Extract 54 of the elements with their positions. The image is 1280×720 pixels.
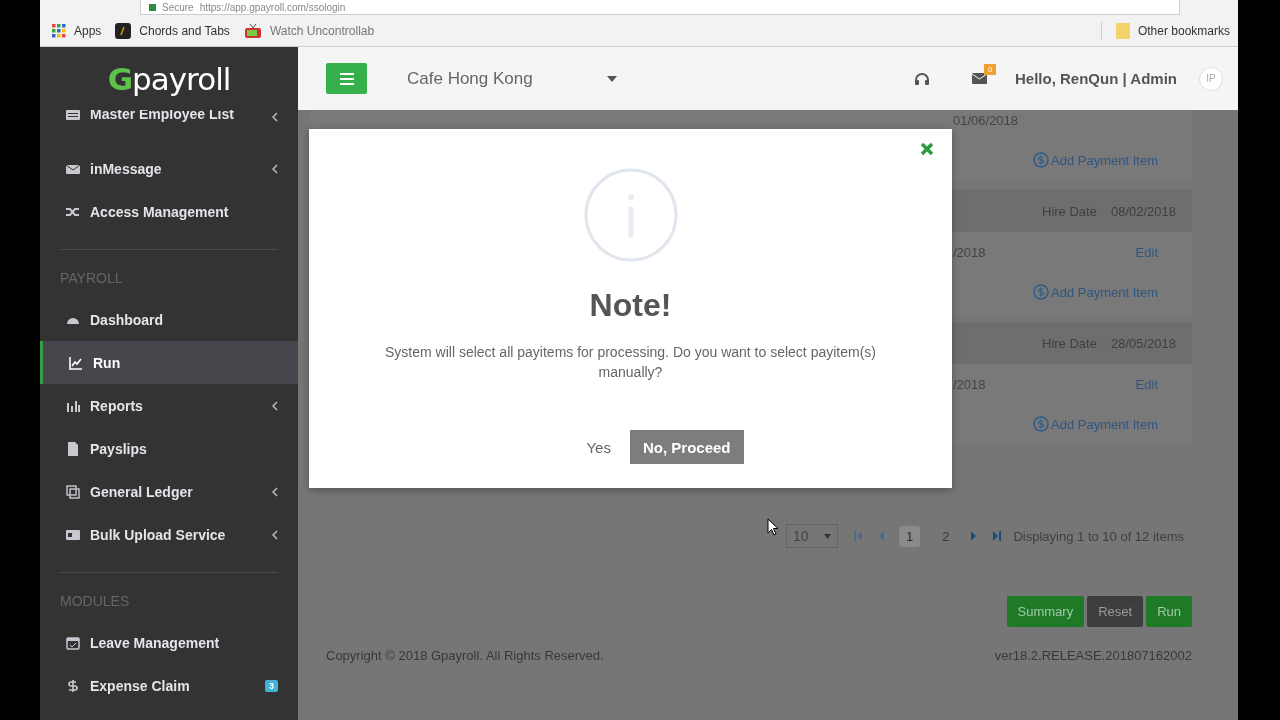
bookmark[interactable]: Watch Uncontrollab — [243, 23, 375, 39]
nav-item[interactable]: Payslips — [40, 427, 298, 470]
nav-item[interactable]: General Ledger — [40, 470, 298, 513]
mail-icon[interactable] — [972, 73, 987, 84]
folder-icon — [1115, 23, 1130, 39]
logo: Gpayroll — [106, 59, 232, 99]
count-badge: 0 — [984, 64, 997, 75]
address-field[interactable]: Secure https://app.gpayroll.com/ssologin — [140, 0, 1180, 15]
nav-item[interactable]: Access Management — [40, 190, 298, 233]
bars-icon — [66, 398, 80, 413]
dialog-message: System will select all payitems for processing. Do you want to select payitem(s) manually? — [384, 343, 877, 382]
user-greeting[interactable]: Hello, RenQun | Admin — [1015, 70, 1177, 87]
action-button[interactable]: Summary — [1006, 596, 1085, 627]
dollar-icon — [66, 678, 80, 693]
menu-button[interactable] — [326, 63, 367, 94]
page-button[interactable]: 1 — [899, 525, 921, 547]
next-page-icon[interactable] — [971, 531, 978, 541]
close-icon[interactable] — [920, 142, 934, 156]
menu-icon — [339, 72, 354, 85]
action-button[interactable]: Reset — [1087, 596, 1144, 627]
dollar-circle-icon — [1033, 416, 1050, 432]
headset-icon[interactable] — [914, 71, 930, 86]
bookmark-icon — [115, 23, 132, 39]
dialog-button[interactable]: No, Proceed — [629, 430, 744, 464]
last-page-icon[interactable] — [992, 531, 1003, 541]
tv-icon — [243, 23, 262, 39]
chart-icon — [69, 355, 83, 370]
copyright-text: Copyright © 2018 Gpayroll. All Rights Reserved. — [326, 648, 604, 663]
nav-item[interactable]: Bulk Upload Service — [40, 513, 298, 556]
mouse-pointer-icon — [767, 518, 779, 536]
bookmark[interactable]: Chords and Tabs — [115, 23, 230, 39]
calendar-icon — [66, 635, 80, 650]
nav-item[interactable]: Expense Claim 3 — [40, 664, 298, 707]
dollar-circle-icon — [1033, 284, 1050, 300]
caret-icon — [824, 533, 831, 539]
bookmark[interactable]: Apps — [52, 24, 102, 38]
count-badge: 3 — [265, 679, 278, 692]
dialog-title: Note! — [589, 287, 672, 324]
dollar-circle-icon — [1033, 152, 1050, 168]
company-dropdown[interactable]: Cafe Hong Kong — [407, 68, 617, 89]
nav-item[interactable]: Dashboard — [40, 298, 298, 341]
nav-item[interactable]: Leave Management — [40, 621, 298, 664]
nav-item[interactable]: inMessage — [40, 147, 298, 190]
doc-icon — [66, 441, 80, 456]
ledger-icon — [66, 484, 80, 499]
caret-icon — [607, 75, 617, 82]
list-icon — [66, 110, 80, 122]
bookmark-folder[interactable]: Other bookmarks — [1115, 23, 1230, 39]
nav-item[interactable]: Run — [40, 341, 298, 384]
apps-grid-icon — [52, 24, 66, 38]
upload-icon — [66, 527, 80, 542]
info-icon — [582, 167, 679, 263]
version-text: ver18.2.RELEASE.201807162002 — [994, 648, 1192, 663]
nav-item[interactable]: Reports — [40, 384, 298, 427]
